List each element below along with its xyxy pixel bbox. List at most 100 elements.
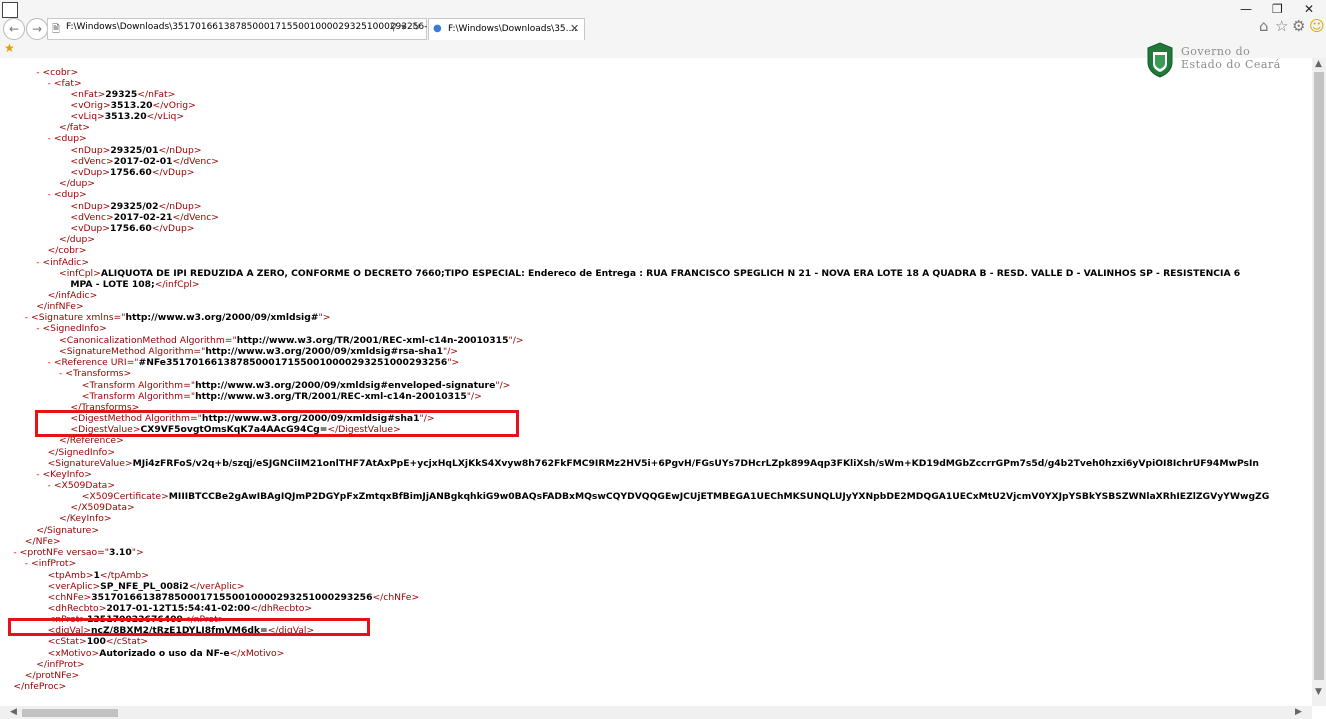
tag-bracket: < [81,491,90,502]
xml-tag-name: infAdic [50,257,82,268]
xml-line[interactable]: - <dup> [48,189,87,200]
xml-tag-name: nDup [169,201,194,212]
refresh-icon[interactable]: ↻ [412,22,420,33]
tag-bracket: </ [158,145,170,156]
close-tab-icon[interactable]: ✕ [570,22,579,35]
xml-tag-name: dVenc [78,156,107,167]
dropdown-icon[interactable]: ▾ [401,22,406,33]
xml-tag-name: SignedInfo [50,323,100,334]
favorites-star-icon[interactable]: ☆ [1275,17,1288,35]
xml-line[interactable]: - <KeyInfo> [36,469,92,480]
tag-bracket: < [70,223,79,234]
xml-line[interactable]: - <infProt> [25,558,76,569]
tag-bracket: > [58,681,67,692]
tag-bracket: < [53,78,62,89]
xml-tag-name: Transform [89,391,136,402]
tag-bracket: < [81,391,90,402]
tag-bracket: < [70,156,79,167]
xml-text-value: ALIQUOTA DE IPI REDUZIDA A ZERO, CONFORM… [100,268,1241,279]
xml-text-value: MJi4zFRFoS/v2q+b/szqj/eSJGNCiIM21onlTHF7… [132,458,1259,469]
xml-line: <Transform Algorithm="http://www.w3.org/… [82,380,511,391]
tag-bracket: > [103,513,112,524]
tag-bracket: </ [151,167,163,178]
smiley-icon[interactable]: ☺ [1309,17,1325,35]
xml-tag-name: SignedInfo [58,447,108,458]
xml-line[interactable]: - <Transforms> [59,368,131,379]
add-favorite-icon[interactable]: ★ [4,41,15,55]
horizontal-scrollbar[interactable] [0,706,1312,719]
logo-line-1: Governo do [1181,45,1251,58]
xml-tag-name: tpAmb [110,570,142,581]
tag-bracket: </ [250,603,261,614]
xml-attr-quote: =" [126,357,139,368]
xml-line: <nDup>29325/02</nDup> [70,201,201,212]
restore-icon[interactable]: ❐ [1272,2,1283,16]
tag-bracket: > [74,78,82,89]
xml-tag-name: infCpl [165,279,192,290]
xml-tag-name: vLiq [157,111,177,122]
tag-bracket: > [141,570,149,581]
xml-tag-name: vDup [78,223,103,234]
scroll-right-icon[interactable]: ▶ [1295,707,1302,717]
address-bar[interactable]: 🗎 F:\Windows\Downloads\35170166138785000… [47,18,461,40]
tag-bracket: </ [24,536,36,547]
search-icon[interactable]: ⚲ [390,22,397,33]
xml-attr-name: Algorithm [138,391,184,402]
xml-line[interactable]: - <dup> [48,133,87,144]
logo-line-2: Estado do Ceará [1181,58,1281,71]
horizontal-scroll-thumb[interactable] [22,709,118,717]
xml-tag-name: vLiq [78,111,98,122]
xml-line[interactable]: - <Reference URI="#NFe351701661387850001… [48,357,460,368]
xml-text-value: 3513.20 [110,100,153,111]
tag-bracket: < [70,201,79,212]
xml-tag-name: nDup [78,145,103,156]
close-window-icon[interactable]: ✕ [1304,2,1314,16]
minimize-icon[interactable]: — [1240,2,1252,16]
xml-line[interactable]: - <infAdic> [36,257,89,268]
xml-line: </KeyInfo> [59,513,112,524]
xml-text-value: 29325/02 [110,201,159,212]
xml-attr-quote: =" [193,346,206,357]
xml-line: </infAdic> [48,290,98,301]
xml-tag-name: Transform [89,380,136,391]
scroll-up-icon[interactable]: ▲ [1315,59,1322,69]
xml-line: <Transform Algorithm="http://www.w3.org/… [82,391,482,402]
xml-line: <CanonicalizationMethod Algorithm="http:… [59,335,524,346]
tag-bracket: </ [137,89,149,100]
xml-tag-name: KeyInfo [50,469,85,480]
government-logo: Governo do Estado do Ceará [1145,40,1295,80]
xml-tag-name: vDup [78,167,103,178]
vertical-scroll-thumb[interactable] [1314,72,1324,680]
gear-icon[interactable]: ⚙ [1292,17,1305,35]
xml-line: </X509Data> [70,502,134,513]
forward-arrow-icon[interactable]: → [26,18,48,40]
xml-line[interactable]: - <Signature xmlns="http://www.w3.org/20… [25,312,331,323]
xml-attr-name: Algorithm [148,346,194,357]
xml-text-value: 3513.20 [104,111,147,122]
xml-line[interactable]: - <fat> [48,78,82,89]
scroll-down-icon[interactable]: ▼ [1315,687,1322,697]
home-icon[interactable]: ⌂ [1259,17,1269,35]
tag-bracket: < [70,100,79,111]
xml-line: <cStat>100</cStat> [48,636,149,647]
xml-line[interactable]: - <SignedInfo> [36,323,107,334]
xml-line: <vLiq>3513.20</vLiq> [70,111,184,122]
back-arrow-icon[interactable]: ← [3,18,25,40]
xml-line[interactable]: - <cobr> [36,67,78,78]
tag-bracket: > [211,156,219,167]
xml-tag-name: dhRecbto [261,603,305,614]
tag-bracket: </ [36,525,47,536]
xml-tag-name: vOrig [163,100,189,111]
tag-bracket: > [99,323,107,334]
xml-line[interactable]: - <X509Data> [48,480,115,491]
scroll-left-icon[interactable]: ◀ [10,707,17,717]
new-tab-button[interactable] [585,18,603,40]
xml-attr-quote: =" [183,391,196,402]
tag-bracket: < [42,469,51,480]
tag-bracket: > [124,458,133,469]
xml-line[interactable]: - <protNFe versao="3.10"> [13,547,143,558]
tag-bracket: /> [512,335,524,346]
tab-document[interactable]: ● F:\Windows\Downloads\35.... ✕ [428,18,585,41]
tag-bracket: </ [372,592,384,603]
tag-bracket: > [79,189,87,200]
